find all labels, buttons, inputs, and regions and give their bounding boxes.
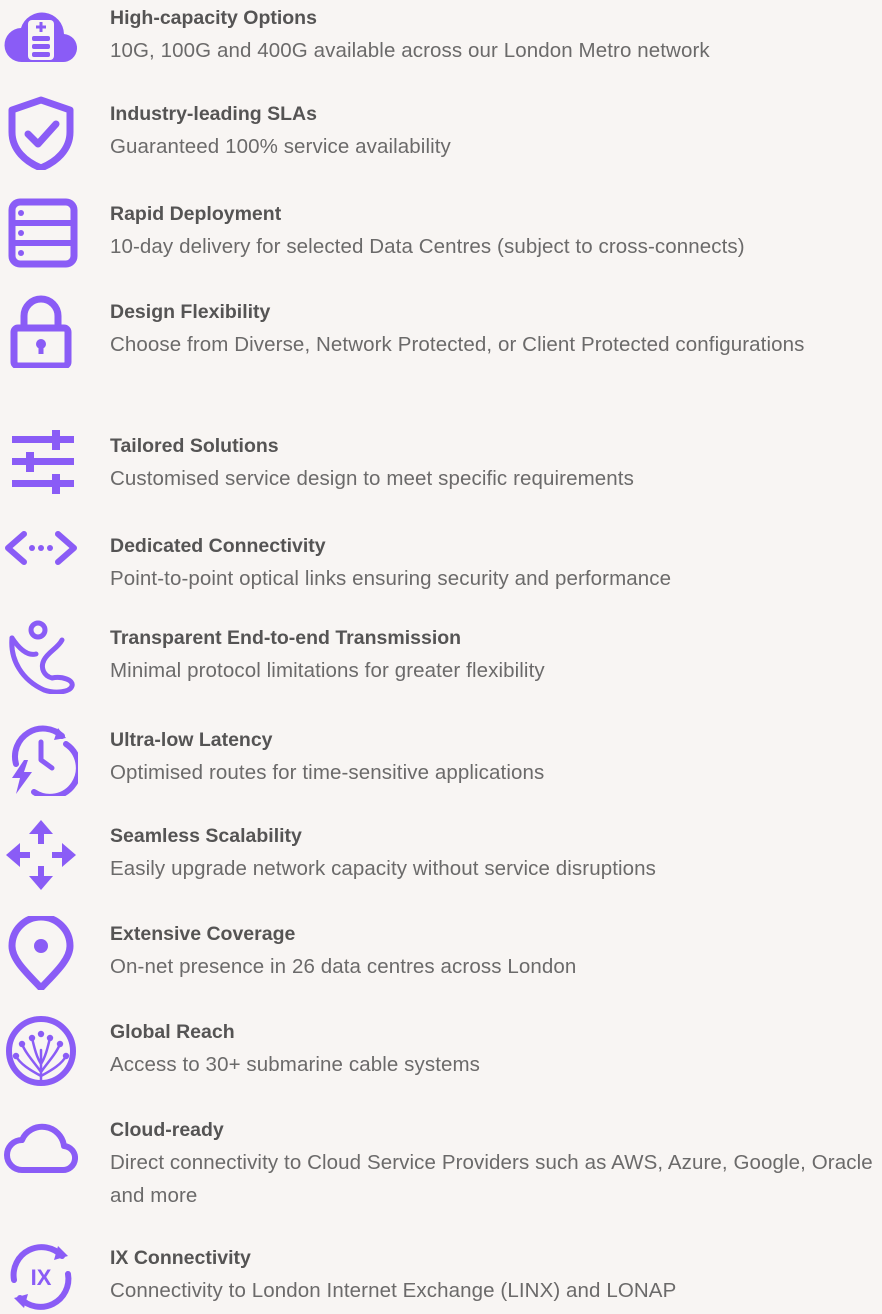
fiber-globe-icon — [4, 1014, 78, 1088]
feature-description: Point-to-point optical links ensuring se… — [110, 567, 672, 590]
svg-text:IX: IX — [31, 1265, 52, 1290]
feature-description: 10-day delivery for selected Data Centre… — [110, 235, 745, 258]
feature-title: Global Reach — [110, 1021, 235, 1043]
feature-title: IX Connectivity — [110, 1247, 251, 1269]
feature-title: Transparent End-to-end Transmission — [110, 627, 462, 649]
cloud-database-icon — [4, 0, 78, 74]
feature-description: Easily upgrade network capacity without … — [110, 857, 656, 880]
feature-description: Customised service design to meet specif… — [110, 467, 634, 490]
feature-title: Seamless Scalability — [110, 825, 302, 847]
feature-title: Tailored Solutions — [110, 435, 279, 457]
feature-description: Minimal protocol limitations for greater… — [110, 659, 545, 682]
shield-check-icon — [4, 96, 78, 170]
feature-title: Extensive Coverage — [110, 923, 296, 945]
feature-description: Access to 30+ submarine cable systems — [110, 1053, 481, 1076]
feature-description: Guaranteed 100% service availability — [110, 135, 451, 158]
ix-exchange-icon: IX — [4, 1240, 78, 1314]
cloud-icon — [4, 1112, 78, 1186]
feature-title: Industry-leading SLAs — [110, 103, 317, 125]
feature-title: Design Flexibility — [110, 301, 271, 323]
feature-title: High-capacity Options — [110, 7, 317, 29]
flexible-person-icon — [4, 620, 78, 694]
feature-title: Dedicated Connectivity — [110, 535, 326, 557]
feature-description: 10G, 100G and 400G available across our … — [110, 39, 710, 62]
feature-description: Connectivity to London Internet Exchange… — [110, 1279, 677, 1302]
feature-description: On-net presence in 26 data centres acros… — [110, 955, 577, 978]
feature-description: Optimised routes for time-sensitive appl… — [110, 761, 545, 784]
server-stack-icon — [4, 196, 78, 270]
feature-description: Direct connectivity to Cloud Service Pro… — [110, 1151, 873, 1207]
feature-title: Ultra-low Latency — [110, 729, 273, 751]
expand-arrows-icon — [4, 818, 78, 892]
feature-list: High-capacity Options 10G, 100G and 400G… — [0, 0, 882, 1310]
padlock-icon — [4, 294, 78, 368]
map-pin-icon — [4, 916, 78, 990]
sliders-icon — [4, 428, 78, 502]
feature-title: Cloud-ready — [110, 1119, 224, 1141]
clock-lightning-icon — [4, 722, 78, 796]
code-arrows-icon — [4, 528, 78, 602]
feature-description: Choose from Diverse, Network Protected, … — [110, 333, 805, 356]
feature-title: Rapid Deployment — [110, 203, 282, 225]
